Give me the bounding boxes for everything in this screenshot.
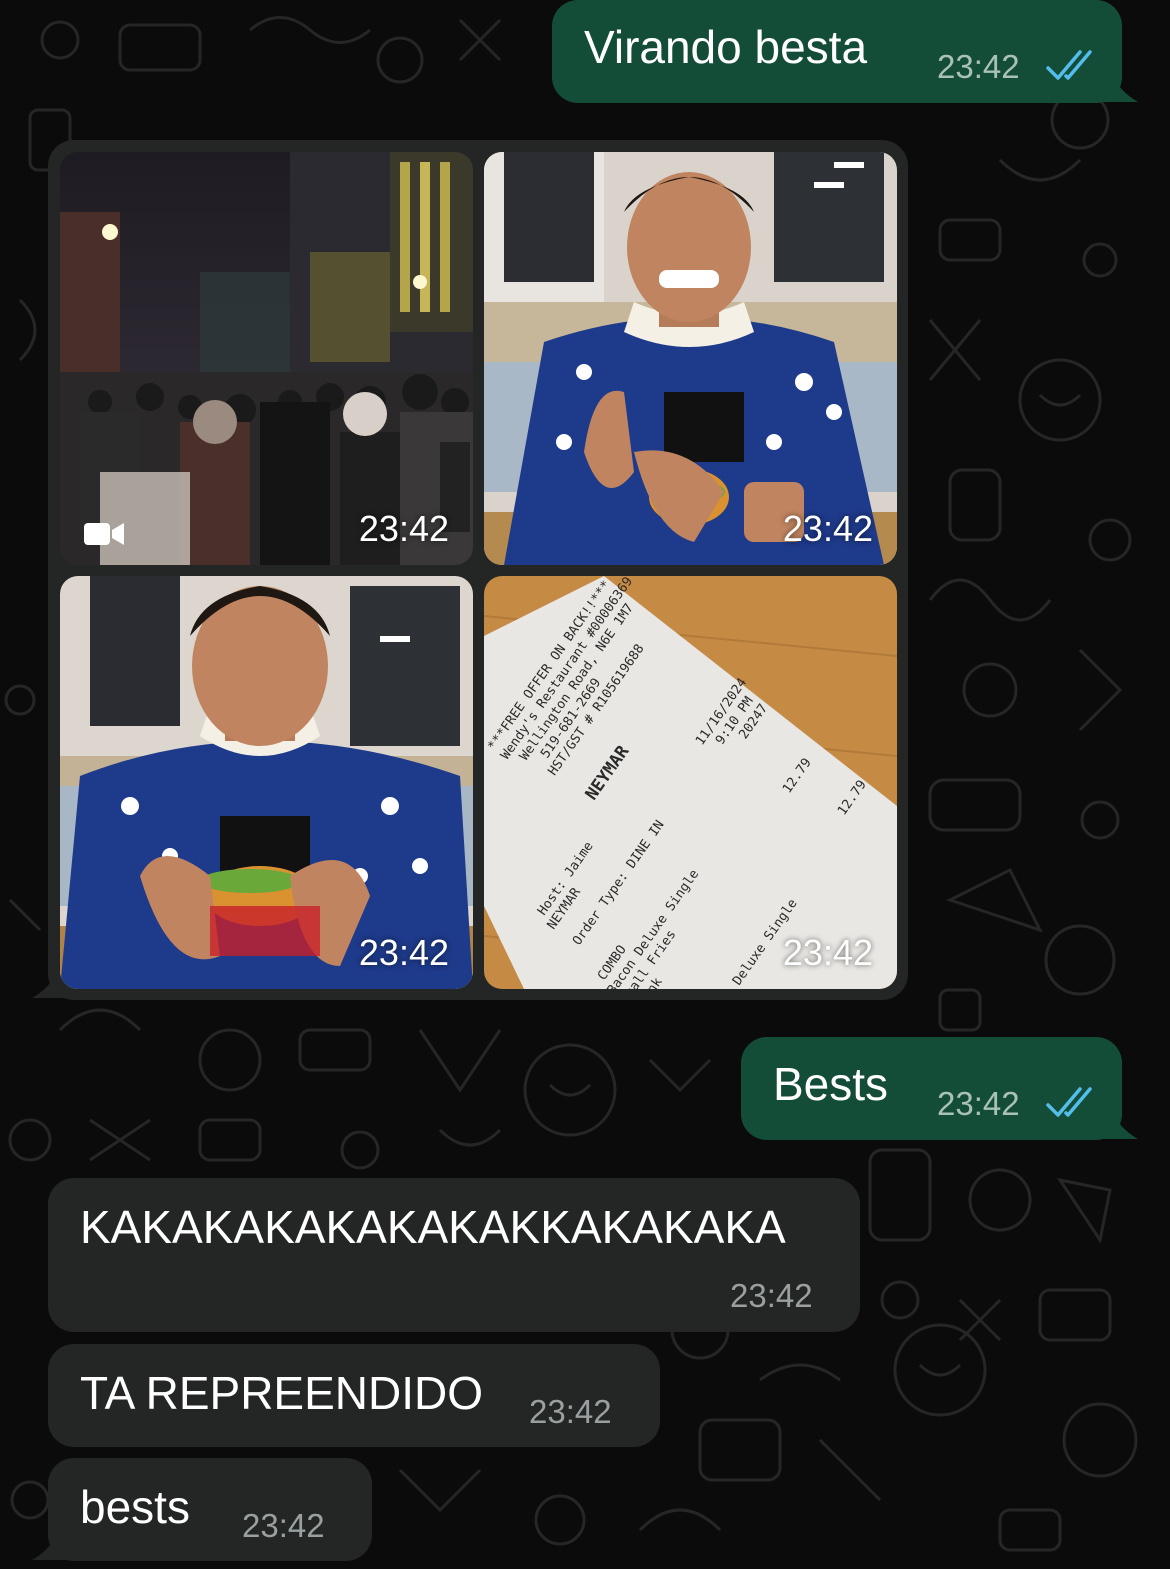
media-time: 23:42	[782, 932, 873, 973]
incoming-message-bubble[interactable]: KAKAKAKAKAKAKAKKAKAKAKA 23:42	[48, 1178, 860, 1332]
message-text: KAKAKAKAKAKAKAKKAKAKAKA	[80, 1201, 786, 1253]
double-check-read-icon	[1046, 50, 1092, 80]
outgoing-message-bubble[interactable]: Bests 23:42	[741, 1037, 1122, 1140]
album-photo-thumbnail[interactable]: 23:42	[60, 576, 473, 989]
album-photo-thumbnail[interactable]: 23:42	[484, 152, 897, 565]
message-time: 23:42	[529, 1393, 612, 1430]
message-time: 23:42	[937, 1085, 1020, 1122]
message-text: bests	[80, 1481, 190, 1533]
message-time: 23:42	[242, 1507, 325, 1544]
album-video-thumbnail[interactable]: 23:42	[60, 152, 473, 565]
message-text: TA REPREENDIDO	[80, 1367, 483, 1419]
media-album[interactable]: 23:42 23:42 23:42 ***FREE OFFER ON BACK!…	[48, 140, 908, 1000]
double-check-read-icon	[1046, 1087, 1092, 1117]
incoming-message-bubble[interactable]: TA REPREENDIDO 23:42	[48, 1344, 660, 1447]
bubble-tail	[1100, 72, 1138, 102]
video-camera-icon	[84, 523, 124, 545]
incoming-message-bubble[interactable]: bests 23:42	[48, 1458, 372, 1561]
bubble-tail	[1100, 1109, 1138, 1139]
album-photo-thumbnail[interactable]: ***FREE OFFER ON BACK!!*** Wendy's Resta…	[484, 576, 897, 989]
message-time: 23:42	[730, 1277, 813, 1314]
outgoing-message-bubble[interactable]: Virando besta 23:42	[552, 0, 1122, 103]
media-time: 23:42	[358, 932, 449, 973]
message-time: 23:42	[937, 48, 1020, 85]
message-text: Virando besta	[584, 21, 868, 73]
message-text: Bests	[773, 1058, 889, 1110]
media-time: 23:42	[782, 508, 873, 549]
media-time: 23:42	[358, 508, 449, 549]
